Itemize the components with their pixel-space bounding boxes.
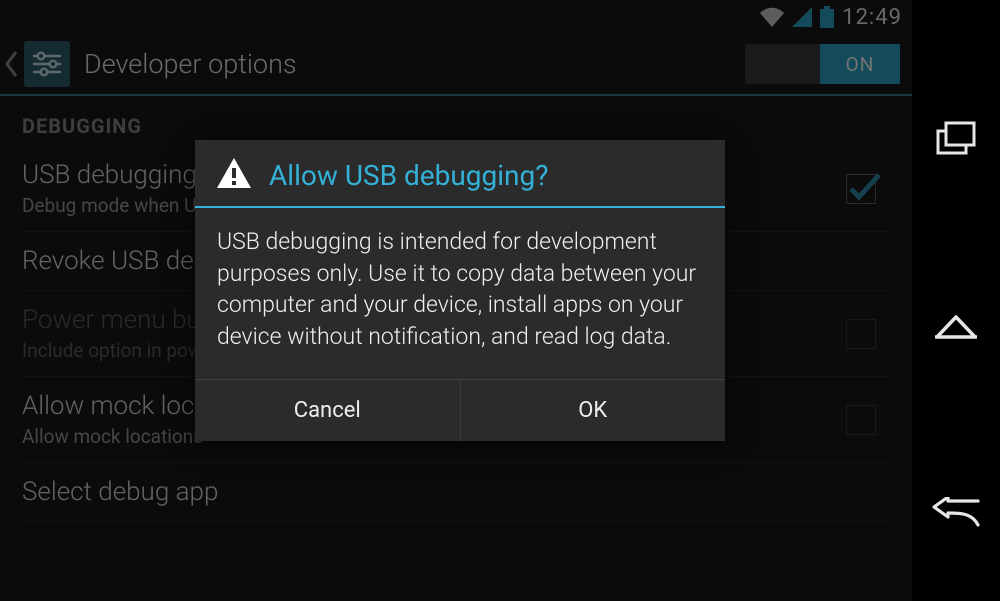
home-icon [933,311,979,341]
back-icon [932,497,980,527]
system-nav-bar [912,0,1000,601]
dialog-body: USB debugging is intended for developmen… [195,208,725,379]
device-frame: 12:49 [0,0,1000,601]
dialog-header: Allow USB debugging? [195,140,725,208]
recent-apps-icon [936,121,976,157]
dialog-button-bar: Cancel OK [195,379,725,441]
screen: 12:49 [0,0,912,601]
back-nav-button[interactable] [927,483,985,541]
usb-debugging-dialog: Allow USB debugging? USB debugging is in… [195,140,725,441]
dialog-title: Allow USB debugging? [269,159,548,192]
home-button[interactable] [927,297,985,355]
cancel-button[interactable]: Cancel [195,380,460,441]
alert-icon [217,158,251,192]
ok-button[interactable]: OK [460,380,726,441]
recent-apps-button[interactable] [927,110,985,168]
